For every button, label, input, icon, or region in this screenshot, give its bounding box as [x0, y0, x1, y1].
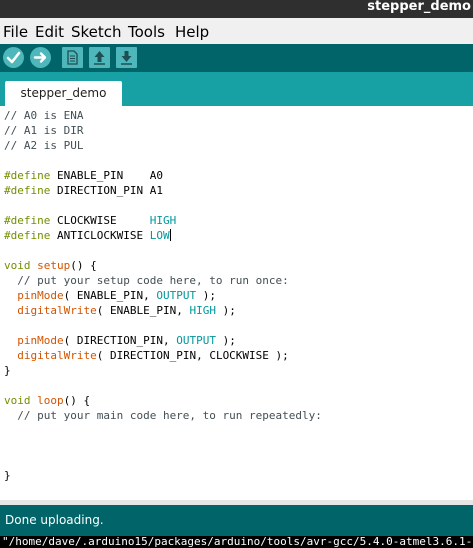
upload-icon: [33, 52, 47, 63]
code-token: OUTPUT: [156, 289, 197, 302]
save-button[interactable]: [116, 47, 137, 68]
code-token: ( ENABLE_PIN,: [63, 289, 157, 302]
save-icon: [121, 51, 132, 65]
code-token: }: [4, 364, 11, 377]
code-token: #define: [4, 214, 51, 227]
menu-edit[interactable]: Edit: [35, 23, 64, 41]
code-line[interactable]: #define ENABLE_PIN A0: [4, 168, 322, 183]
open-icon: [94, 51, 105, 65]
code-token: // put your setup code here, to run once…: [4, 274, 289, 287]
code-line[interactable]: pinMode( ENABLE_PIN, OUTPUT );: [4, 288, 322, 303]
code-token: () {: [63, 394, 91, 407]
code-line[interactable]: #define CLOCKWISE HIGH: [4, 213, 322, 228]
code-token: HIGH: [189, 304, 216, 317]
code-token: pinMode: [17, 289, 64, 302]
tab-stepper-demo[interactable]: stepper_demo: [5, 81, 122, 106]
code-token: loop: [37, 394, 64, 407]
menu-help[interactable]: Help: [175, 23, 209, 41]
code-token: );: [196, 289, 216, 302]
code-token: LOW: [149, 229, 170, 242]
code-token: );: [215, 304, 236, 317]
code-line[interactable]: // put your main code here, to run repea…: [4, 408, 322, 423]
code-token: digitalWrite: [17, 349, 97, 362]
code-token: digitalWrite: [17, 304, 97, 317]
code-token: pinMode: [17, 334, 64, 347]
new-button[interactable]: [62, 47, 83, 68]
code-token: () {: [70, 259, 97, 272]
code-token: );: [215, 334, 236, 347]
code-token: #define: [4, 229, 51, 242]
code-token: // A0 is ENA: [4, 109, 84, 122]
code-line[interactable]: // A2 is PUL: [4, 138, 322, 153]
code-line[interactable]: [4, 318, 322, 333]
code-line[interactable]: #define ANTICLOCKWISE LOW: [4, 228, 322, 243]
code-line[interactable]: // put your setup code here, to run once…: [4, 273, 322, 288]
code-line[interactable]: [4, 423, 322, 438]
code-token: #define: [4, 169, 51, 182]
code-token: OUTPUT: [176, 334, 216, 347]
code-token: // A2 is PUL: [4, 139, 84, 152]
text-cursor: [169, 229, 171, 241]
menu-bar: File Edit Sketch Tools Help: [0, 18, 473, 45]
code-line[interactable]: digitalWrite( ENABLE_PIN, HIGH );: [4, 303, 322, 318]
code-line[interactable]: pinMode( DIRECTION_PIN, OUTPUT );: [4, 333, 322, 348]
code-line[interactable]: void loop() {: [4, 393, 322, 408]
code-token: DIRECTION_PIN A1: [50, 184, 163, 197]
code-line[interactable]: [4, 243, 322, 258]
code-token: ( DIRECTION_PIN, CLOCKWISE );: [96, 349, 289, 362]
code-line[interactable]: }: [4, 363, 322, 378]
upload-button[interactable]: [30, 47, 51, 68]
open-button[interactable]: [89, 47, 110, 68]
code-token: }: [4, 469, 11, 482]
code-token: void: [4, 394, 31, 407]
new-icon: [67, 50, 78, 65]
code-token: ( ENABLE_PIN,: [96, 304, 190, 317]
console-line: "/home/dave/.arduino15/packages/arduino/…: [2, 536, 473, 548]
window-titlebar: stepper_demo: [0, 0, 473, 18]
code-token: ENABLE_PIN A0: [50, 169, 163, 182]
code-token: void: [4, 259, 31, 272]
code-token: // put your main code here, to run repea…: [4, 409, 322, 422]
code-token: CLOCKWISE: [50, 214, 150, 227]
code-line[interactable]: [4, 153, 322, 168]
code-text[interactable]: // A0 is ENA // A1 is DIR // A2 is PUL #def…: [4, 108, 322, 483]
toolbar: [0, 44, 473, 72]
code-token: // A1 is DIR: [4, 124, 84, 137]
code-line[interactable]: [4, 378, 322, 393]
code-line[interactable]: [4, 198, 322, 213]
code-line[interactable]: void setup() {: [4, 258, 322, 273]
verify-button[interactable]: [3, 47, 24, 68]
window-title: stepper_demo: [367, 0, 471, 14]
code-line[interactable]: #define DIRECTION_PIN A1: [4, 183, 322, 198]
code-token: ( DIRECTION_PIN,: [63, 334, 177, 347]
code-line[interactable]: // A1 is DIR: [4, 123, 322, 138]
status-message: Done uploading.: [5, 513, 104, 527]
verify-icon: [6, 51, 21, 64]
code-line[interactable]: }: [4, 468, 322, 483]
tab-bar: stepper_demo: [0, 72, 473, 106]
console-output: "/home/dave/.arduino15/packages/arduino/…: [0, 536, 473, 548]
code-token: HIGH: [149, 214, 177, 227]
code-editor[interactable]: // A0 is ENA // A1 is DIR // A2 is PUL #def…: [0, 106, 473, 500]
status-bar: Done uploading.: [0, 505, 473, 536]
code-line[interactable]: [4, 453, 322, 468]
code-token: ANTICLOCKWISE: [50, 229, 150, 242]
menu-sketch[interactable]: Sketch: [71, 23, 122, 41]
code-line[interactable]: [4, 438, 322, 453]
menu-file[interactable]: File: [3, 23, 28, 41]
menu-tools[interactable]: Tools: [128, 23, 165, 41]
code-line[interactable]: digitalWrite( DIRECTION_PIN, CLOCKWISE )…: [4, 348, 322, 363]
code-line[interactable]: // A0 is ENA: [4, 108, 322, 123]
code-token: setup: [37, 259, 71, 272]
code-token: #define: [4, 184, 51, 197]
